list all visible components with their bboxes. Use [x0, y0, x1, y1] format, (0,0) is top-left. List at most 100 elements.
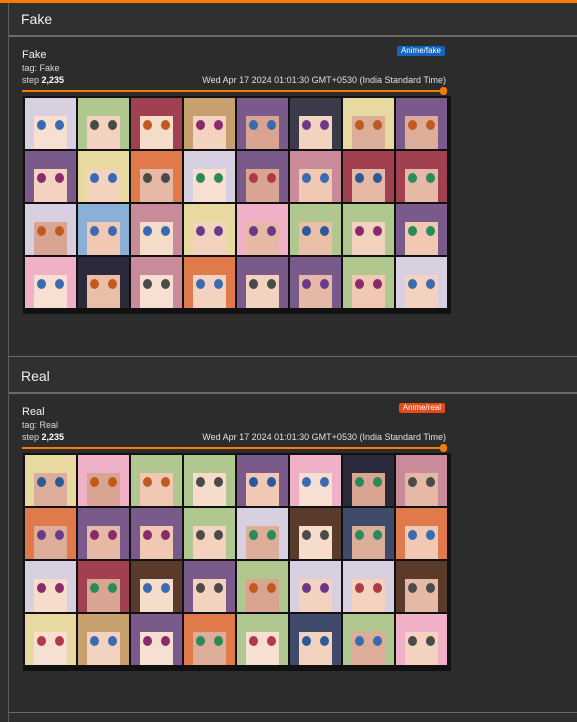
- thumbnail-hair-side: [226, 455, 235, 506]
- thumbnail-hair-side: [184, 257, 193, 308]
- thumbnail-hair-side: [67, 151, 76, 202]
- thumbnail-eye: [267, 477, 276, 487]
- thumbnail-hair-side: [78, 561, 87, 612]
- thumbnail-eye: [426, 173, 435, 183]
- sample-thumbnail: [290, 257, 341, 308]
- thumbnail-hair-side: [332, 614, 341, 665]
- thumbnail-hair-side: [290, 455, 299, 506]
- thumbnail-hair-side: [184, 204, 193, 255]
- thumbnail-eye: [108, 583, 117, 593]
- thumbnail-eye: [426, 477, 435, 487]
- thumbnail-eye: [355, 226, 364, 236]
- step-slider-track[interactable]: [22, 90, 444, 92]
- thumbnail-hair-side: [173, 257, 182, 308]
- thumbnail-eye: [355, 279, 364, 289]
- sample-thumbnail: [131, 204, 182, 255]
- thumbnail-eye: [108, 120, 117, 130]
- thumbnail-hair-side: [78, 151, 87, 202]
- thumbnail-hair-side: [332, 98, 341, 149]
- thumbnail-hair-side: [385, 257, 394, 308]
- thumbnail-eye: [320, 226, 329, 236]
- thumbnail-eye: [161, 226, 170, 236]
- thumbnail-eye: [37, 120, 46, 130]
- thumbnail-hair-side: [226, 204, 235, 255]
- sample-thumbnail: [396, 204, 447, 255]
- sample-thumbnail: [237, 508, 288, 559]
- thumbnail-eye: [249, 279, 258, 289]
- thumbnail-hair-side: [67, 614, 76, 665]
- step-slider-thumb[interactable]: [440, 87, 447, 95]
- thumbnail-hair-side: [332, 204, 341, 255]
- sample-thumbnail: [25, 614, 76, 665]
- thumbnail-eye: [214, 583, 223, 593]
- thumbnail-eye: [373, 583, 382, 593]
- sample-thumbnail: [25, 257, 76, 308]
- sample-thumbnail: [290, 614, 341, 665]
- step-slider-track[interactable]: [22, 447, 444, 449]
- thumbnail-hair-side: [290, 204, 299, 255]
- thumbnail-hair-side: [120, 257, 129, 308]
- thumbnail-eye: [267, 530, 276, 540]
- thumbnail-eye: [37, 226, 46, 236]
- sample-thumbnail: [131, 508, 182, 559]
- thumbnail-hair-side: [279, 614, 288, 665]
- sample-thumbnail: [237, 204, 288, 255]
- step-slider-thumb[interactable]: [440, 444, 447, 452]
- thumbnail-eye: [55, 120, 64, 130]
- sample-thumbnail: [343, 508, 394, 559]
- thumbnail-hair-side: [332, 151, 341, 202]
- sample-thumbnail: [131, 455, 182, 506]
- sample-thumbnail: [396, 151, 447, 202]
- thumbnail-hair-side: [385, 455, 394, 506]
- thumbnail-eye: [143, 173, 152, 183]
- thumbnail-eye: [108, 279, 117, 289]
- section-header-fake[interactable]: Fake: [9, 3, 577, 36]
- thumbnail-eye: [214, 477, 223, 487]
- thumbnail-hair-side: [226, 257, 235, 308]
- sample-thumbnail: [396, 455, 447, 506]
- thumbnail-hair-side: [237, 561, 246, 612]
- sample-thumbnail: [290, 561, 341, 612]
- thumbnail-hair-side: [67, 561, 76, 612]
- sample-thumbnail: [396, 561, 447, 612]
- sample-thumbnail: [25, 455, 76, 506]
- thumbnail-eye: [214, 120, 223, 130]
- thumbnail-eye: [320, 530, 329, 540]
- thumbnail-eye: [161, 477, 170, 487]
- sample-thumbnail: [396, 508, 447, 559]
- thumbnail-eye: [37, 583, 46, 593]
- thumbnail-eye: [196, 120, 205, 130]
- thumbnail-eye: [302, 120, 311, 130]
- thumbnail-eye: [55, 636, 64, 646]
- thumbnail-eye: [55, 530, 64, 540]
- thumbnail-eye: [196, 173, 205, 183]
- thumbnail-eye: [143, 583, 152, 593]
- sample-thumbnail: [25, 151, 76, 202]
- thumbnail-eye: [320, 279, 329, 289]
- thumbnail-eye: [302, 173, 311, 183]
- thumbnail-hair-side: [226, 151, 235, 202]
- thumbnail-eye: [90, 530, 99, 540]
- thumbnail-hair-side: [173, 98, 182, 149]
- sample-thumbnail: [237, 614, 288, 665]
- thumbnail-hair-side: [237, 204, 246, 255]
- thumbnail-eye: [373, 173, 382, 183]
- thumbnail-eye: [355, 173, 364, 183]
- thumbnail-eye: [249, 477, 258, 487]
- thumbnail-hair-side: [131, 561, 140, 612]
- thumbnail-eye: [90, 173, 99, 183]
- section-header-real[interactable]: Real: [9, 357, 577, 393]
- sample-thumbnail: [184, 257, 235, 308]
- card-step: step 2,235: [22, 432, 65, 442]
- thumbnail-eye: [161, 120, 170, 130]
- thumbnail-eye: [108, 636, 117, 646]
- thumbnail-hair-side: [438, 561, 447, 612]
- thumbnail-eye: [355, 636, 364, 646]
- run-badge: Anime/real: [398, 403, 445, 413]
- sample-thumbnail: [343, 98, 394, 149]
- thumbnail-hair-side: [67, 455, 76, 506]
- thumbnail-hair-side: [385, 561, 394, 612]
- thumbnail-hair-side: [343, 614, 352, 665]
- thumbnail-hair-side: [131, 614, 140, 665]
- thumbnail-eye: [408, 120, 417, 130]
